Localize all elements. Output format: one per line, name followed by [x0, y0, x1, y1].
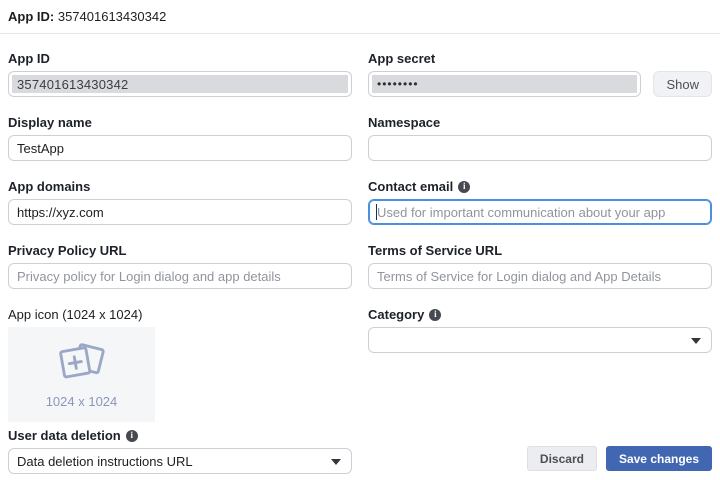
app-domains-field-group: App domains	[8, 179, 352, 225]
category-info-icon: i	[429, 309, 441, 321]
app-icon-upload[interactable]: 1024 x 1024	[8, 327, 155, 422]
app-domains-input[interactable]	[8, 199, 352, 225]
category-label: Category i	[368, 307, 712, 322]
privacy-policy-field-group: Privacy Policy URL	[8, 243, 352, 289]
display-name-label: Display name	[8, 115, 352, 130]
app-id-field-group: App ID 357401613430342	[8, 51, 352, 97]
contact-email-field-group: Contact email i	[368, 179, 712, 225]
app-id-input: 357401613430342	[8, 71, 352, 97]
app-id-header-value: 357401613430342	[58, 9, 166, 24]
terms-of-service-label: Terms of Service URL	[368, 243, 712, 258]
contact-email-input[interactable]	[368, 199, 712, 225]
show-secret-button[interactable]: Show	[653, 71, 712, 97]
namespace-label: Namespace	[368, 115, 712, 130]
app-id-label: App ID	[8, 51, 352, 66]
privacy-policy-label: Privacy Policy URL	[8, 243, 352, 258]
app-secret-input: ••••••••	[368, 71, 641, 97]
chevron-down-icon	[331, 459, 341, 465]
app-id-value: 357401613430342	[12, 75, 348, 93]
add-photo-icon	[53, 340, 110, 388]
category-select[interactable]	[368, 327, 712, 353]
display-name-field-group: Display name	[8, 115, 352, 161]
user-data-deletion-select[interactable]: Data deletion instructions URL	[8, 448, 352, 474]
terms-of-service-input[interactable]	[368, 263, 712, 289]
chevron-down-icon	[691, 338, 701, 344]
app-secret-field-group: App secret •••••••• Show	[368, 51, 712, 97]
privacy-policy-input[interactable]	[8, 263, 352, 289]
user-data-deletion-label: User data deletion i	[8, 428, 352, 443]
namespace-input[interactable]	[368, 135, 712, 161]
app-domains-label: App domains	[8, 179, 352, 194]
user-data-deletion-field-group: User data deletion i Data deletion instr…	[8, 428, 352, 474]
contact-email-label: Contact email i	[368, 179, 712, 194]
app-icon-field-group: App icon (1024 x 1024) 1024 x 1024	[8, 307, 352, 422]
app-icon-size-hint: 1024 x 1024	[46, 394, 118, 409]
app-icon-label: App icon (1024 x 1024)	[8, 307, 352, 322]
user-data-deletion-value: Data deletion instructions URL	[17, 454, 193, 469]
namespace-field-group: Namespace	[368, 115, 712, 161]
text-cursor	[376, 204, 377, 220]
footer-actions: Discard Save changes	[368, 428, 712, 474]
page-header: App ID: 357401613430342	[0, 0, 720, 33]
discard-button[interactable]: Discard	[527, 446, 597, 471]
app-secret-label: App secret	[368, 51, 712, 66]
terms-of-service-field-group: Terms of Service URL	[368, 243, 712, 289]
app-secret-value: ••••••••	[372, 75, 637, 93]
basic-settings-form: App ID 357401613430342 App secret ••••••…	[0, 34, 720, 474]
category-field-group: Category i	[368, 307, 712, 422]
app-id-header-label: App ID:	[8, 9, 54, 24]
user-data-deletion-info-icon: i	[126, 430, 138, 442]
contact-email-info-icon: i	[458, 181, 470, 193]
display-name-input[interactable]	[8, 135, 352, 161]
save-changes-button[interactable]: Save changes	[606, 446, 712, 471]
